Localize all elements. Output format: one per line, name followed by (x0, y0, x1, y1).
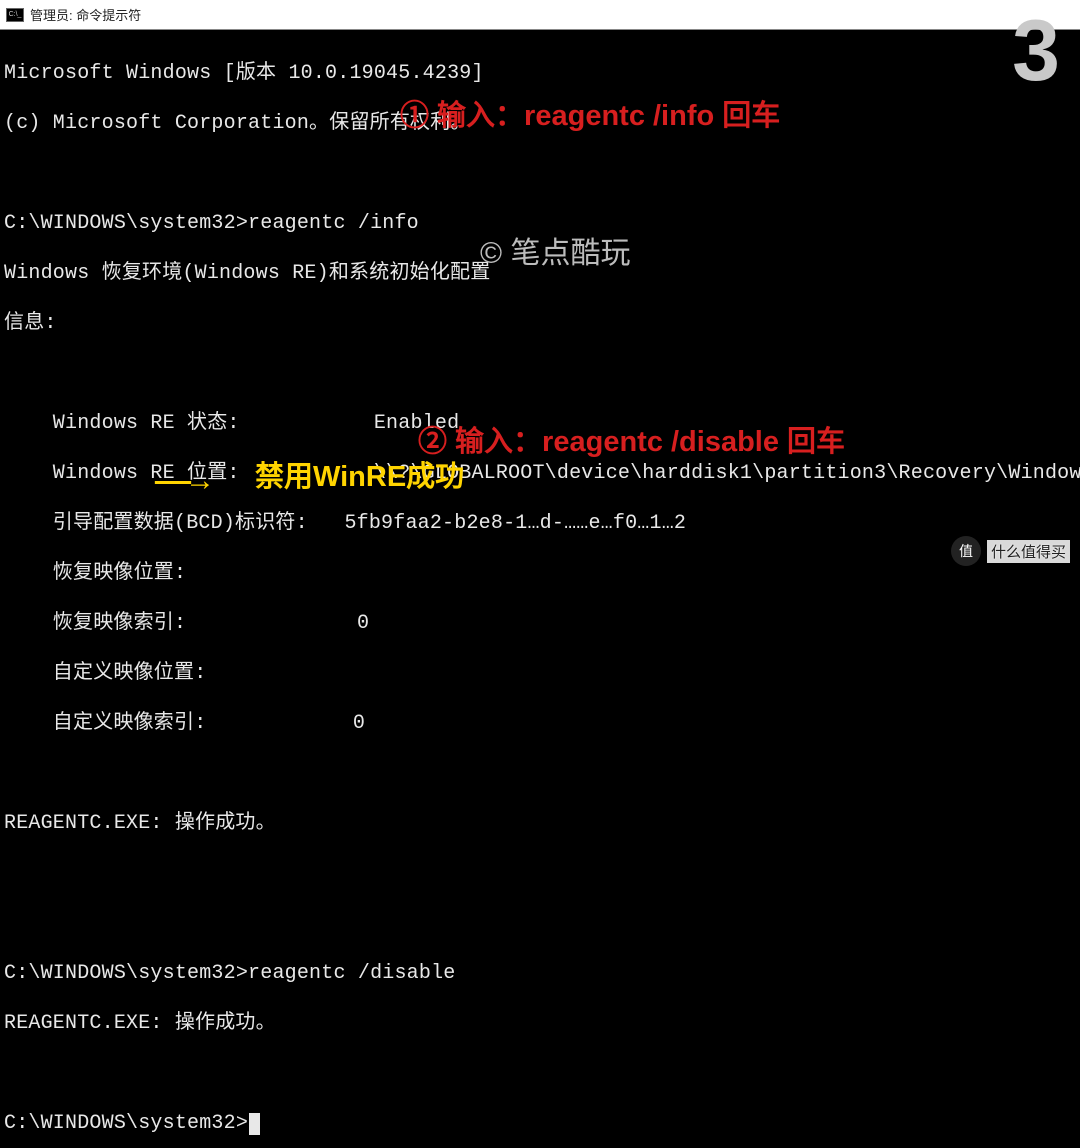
terminal-area[interactable]: Microsoft Windows [版本 10.0.19045.4239] (… (0, 30, 1080, 574)
terminal-line: C:\WINDOWS\system32>reagentc /info (4, 211, 1076, 236)
window-title-bar[interactable]: 管理员: 命令提示符 (0, 0, 1080, 30)
terminal-line: Microsoft Windows [版本 10.0.19045.4239] (4, 61, 1076, 86)
terminal-line: 引导配置数据(BCD)标识符: 5fb9faa2-b2e8-1…d-……e…f0… (4, 511, 1076, 536)
terminal-line: REAGENTC.EXE: 操作成功。 (4, 811, 1076, 836)
terminal-line (4, 161, 1076, 186)
window-title: 管理员: 命令提示符 (30, 5, 141, 24)
terminal-line (4, 361, 1076, 386)
terminal-line: 自定义映像位置: (4, 661, 1076, 686)
terminal-line (4, 911, 1076, 936)
terminal-line: C:\WINDOWS\system32>reagentc /disable (4, 961, 1076, 986)
command: reagentc /info (248, 212, 419, 235)
command: reagentc /disable (248, 962, 455, 985)
terminal-line: 恢复映像索引: 0 (4, 611, 1076, 636)
terminal-line: 信息: (4, 311, 1076, 336)
prompt: C:\WINDOWS\system32> (4, 212, 248, 235)
terminal-line: REAGENTC.EXE: 操作成功。 (4, 1011, 1076, 1036)
terminal-line (4, 861, 1076, 886)
terminal-line: C:\WINDOWS\system32> (4, 1111, 1076, 1136)
terminal-line: 自定义映像索引: 0 (4, 711, 1076, 736)
terminal-line: Windows RE 状态: Enabled (4, 411, 1076, 436)
terminal-line: (c) Microsoft Corporation。保留所有权利。 (4, 111, 1076, 136)
terminal-line: Windows RE 位置: \\?\GLOBALROOT\device\har… (4, 461, 1076, 486)
terminal-line: Windows 恢复环境(Windows RE)和系统初始化配置 (4, 261, 1076, 286)
prompt: C:\WINDOWS\system32> (4, 962, 248, 985)
cmd-icon (6, 8, 24, 22)
terminal-line (4, 761, 1076, 786)
terminal-line (4, 1061, 1076, 1086)
prompt: C:\WINDOWS\system32> (4, 1112, 248, 1135)
cursor (249, 1113, 260, 1135)
